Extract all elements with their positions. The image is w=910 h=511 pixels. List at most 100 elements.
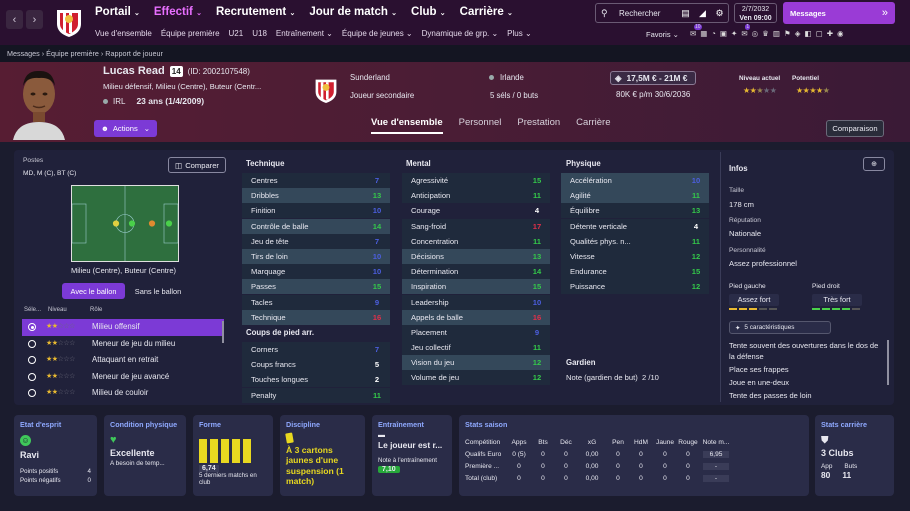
attribute-row[interactable]: Endurance 15: [561, 264, 709, 280]
without-ball-toggle[interactable]: Sans le ballon: [128, 283, 188, 299]
role-radio[interactable]: [28, 372, 36, 381]
role-radio[interactable]: [28, 356, 36, 365]
role-radio[interactable]: [28, 389, 36, 398]
subnav-more[interactable]: Plus ⌄: [507, 29, 532, 38]
attribute-row[interactable]: Touches longues 2: [242, 372, 390, 388]
back-button[interactable]: ‹: [6, 10, 23, 29]
subnav-overview[interactable]: Vue d'ensemble: [95, 29, 152, 38]
attribute-row[interactable]: Détermination 14: [402, 264, 550, 280]
role-row[interactable]: ★★☆☆☆ Meneur de jeu du milieu: [22, 336, 224, 353]
season-header-cell[interactable]: Note m...: [699, 439, 733, 446]
attribute-row[interactable]: Centres 7: [242, 173, 390, 188]
traits-button[interactable]: ✦ 5 caractéristiques: [729, 321, 831, 334]
search-button[interactable]: Rechercher: [619, 9, 677, 18]
attribute-row[interactable]: Passes 15: [242, 279, 390, 295]
nav-portail[interactable]: Portail ⌄: [95, 6, 140, 18]
season-header-cell[interactable]: HdM: [629, 439, 653, 446]
season-row[interactable]: Première ... 0 0 0 0,00 0 0 0 0 -: [465, 461, 803, 472]
actions-button[interactable]: ☻ Actions ⌄: [94, 120, 157, 137]
attribute-row[interactable]: Concentration 11: [402, 233, 550, 249]
attribute-row[interactable]: Inspiration 15: [402, 279, 550, 295]
attribute-row[interactable]: Équilibre 13: [561, 203, 709, 219]
attribute-row[interactable]: Agilité 11: [561, 188, 709, 204]
attribute-row[interactable]: Leadership 10: [402, 294, 550, 310]
crumb-messages[interactable]: Messages: [7, 49, 40, 58]
fav-icon-3[interactable]: ◔: [711, 29, 716, 38]
fav-icon-10[interactable]: ⚑: [784, 29, 791, 38]
attribute-row[interactable]: Dribbles 13: [242, 188, 390, 204]
tab-performance[interactable]: Prestation: [517, 117, 560, 134]
fav-icon-11[interactable]: ◈: [795, 29, 801, 38]
fav-icon-15[interactable]: ◉: [837, 29, 844, 38]
attribute-row[interactable]: Coups francs 5: [242, 357, 390, 373]
tab-overview[interactable]: Vue d'ensemble: [371, 117, 443, 134]
role-radio[interactable]: [28, 323, 36, 332]
attribute-row[interactable]: Agressivité 15: [402, 173, 550, 188]
discipline-card[interactable]: Discipline À 3 cartons jaunes d'une susp…: [280, 415, 365, 496]
date-display[interactable]: 2/7/2032 Ven 09:00: [734, 3, 777, 23]
crumb-first-team[interactable]: Équipe première: [46, 49, 99, 58]
season-row[interactable]: Total (club) 0 0 0 0,00 0 0 0 0 -: [465, 473, 803, 484]
fav-icon-12[interactable]: ◧: [805, 29, 812, 38]
attribute-row[interactable]: Appels de balle 16: [402, 309, 550, 325]
attribute-row[interactable]: Accélération 10: [561, 173, 709, 188]
attribute-row[interactable]: Jeu de tête 7: [242, 233, 390, 249]
attribute-row[interactable]: Finition 10: [242, 203, 390, 219]
attribute-row[interactable]: Tirs de loin 10: [242, 248, 390, 264]
subnav-dynamics[interactable]: Dynamique de grp. ⌄: [422, 29, 499, 38]
subnav-youth[interactable]: Équipe de jeunes ⌄: [342, 29, 413, 38]
training-card[interactable]: Entraînement ▬ Le joueur est r... Note à…: [372, 415, 452, 496]
attribute-row[interactable]: Technique 16: [242, 309, 390, 325]
role-row[interactable]: ★★☆☆☆ Milieu offensif: [22, 319, 224, 336]
transfer-value[interactable]: ◈ 17,5M € - 21M €: [610, 71, 696, 85]
forward-button[interactable]: ›: [26, 10, 43, 29]
club-crest-icon[interactable]: [313, 76, 339, 104]
season-header-cell[interactable]: Compétition: [465, 439, 507, 446]
season-row[interactable]: Qualifs Euro 0 (5) 0 0 0,00 0 0 0 0 6,95: [465, 449, 803, 460]
attribute-row[interactable]: Courage 4: [402, 203, 550, 218]
season-header-cell[interactable]: Rouge: [677, 439, 699, 446]
nav-effectif[interactable]: Effectif ⌄: [154, 6, 202, 18]
season-header-cell[interactable]: xG: [577, 439, 607, 446]
nav-carriere[interactable]: Carrière ⌄: [460, 6, 513, 18]
comparison-button[interactable]: Comparaison: [826, 120, 884, 137]
attribute-row[interactable]: Placement 9: [402, 324, 550, 340]
attribute-row[interactable]: Marquage 10: [242, 264, 390, 280]
form-card[interactable]: Forme 6,74 5 derniers matchs en club: [193, 415, 273, 496]
season-header-cell[interactable]: Jaune: [653, 439, 677, 446]
fav-icon-9[interactable]: ▥: [773, 29, 780, 38]
season-header-cell[interactable]: Bts: [531, 439, 555, 446]
search-icon[interactable]: ⚲: [601, 8, 613, 19]
nav-club[interactable]: Club ⌄: [411, 6, 446, 18]
season-stats-card[interactable]: Stats saison Compétition Apps Bts Déc xG Pen H…: [459, 415, 809, 496]
attribute-row[interactable]: Volume de jeu 12: [402, 370, 550, 386]
attribute-row[interactable]: Décisions 13: [402, 248, 550, 264]
morale-card[interactable]: Etat d'esprit ☺ Ravi Points positifs 4 Po…: [14, 415, 97, 496]
info-options-button[interactable]: ⊕: [863, 157, 885, 171]
season-header-cell[interactable]: Pen: [607, 439, 629, 446]
role-row[interactable]: ★★☆☆☆ Attaquant en retrait: [22, 352, 224, 369]
attribute-row[interactable]: Vision du jeu 12: [402, 355, 550, 371]
shirt-icon[interactable]: ◢: [694, 5, 711, 22]
role-radio[interactable]: [28, 339, 36, 348]
messages-button[interactable]: Messages »: [783, 2, 895, 24]
attribute-row[interactable]: Corners 7: [242, 342, 390, 357]
attribute-row[interactable]: Tacles 9: [242, 294, 390, 310]
with-ball-toggle[interactable]: Avec le ballon: [62, 283, 125, 299]
attribute-row[interactable]: Contrôle de balle 14: [242, 218, 390, 234]
inbox-icon[interactable]: ▤: [677, 5, 694, 22]
traits-scrollbar[interactable]: [887, 340, 889, 385]
tab-career[interactable]: Carrière: [576, 117, 610, 134]
compare-button[interactable]: ◫ Comparer: [168, 157, 226, 173]
attribute-row[interactable]: Anticipation 11: [402, 188, 550, 204]
nav-recrutement[interactable]: Recrutement ⌄: [216, 6, 295, 18]
career-stats-card[interactable]: Stats carrière ⛊ 3 Clubs App Buts 80 11: [815, 415, 894, 496]
fav-icon-1[interactable]: ✉ 10: [690, 24, 702, 38]
subnav-training[interactable]: Entraînement ⌄: [276, 29, 333, 38]
roles-scrollbar[interactable]: [222, 321, 224, 343]
season-header-cell[interactable]: Apps: [507, 439, 531, 446]
fav-icon-2[interactable]: ▦: [700, 29, 707, 38]
role-row[interactable]: ★★☆☆☆ Meneur de jeu avancé: [22, 369, 224, 386]
attribute-row[interactable]: Détente verticale 4: [561, 218, 709, 234]
club-logo[interactable]: [54, 6, 84, 38]
